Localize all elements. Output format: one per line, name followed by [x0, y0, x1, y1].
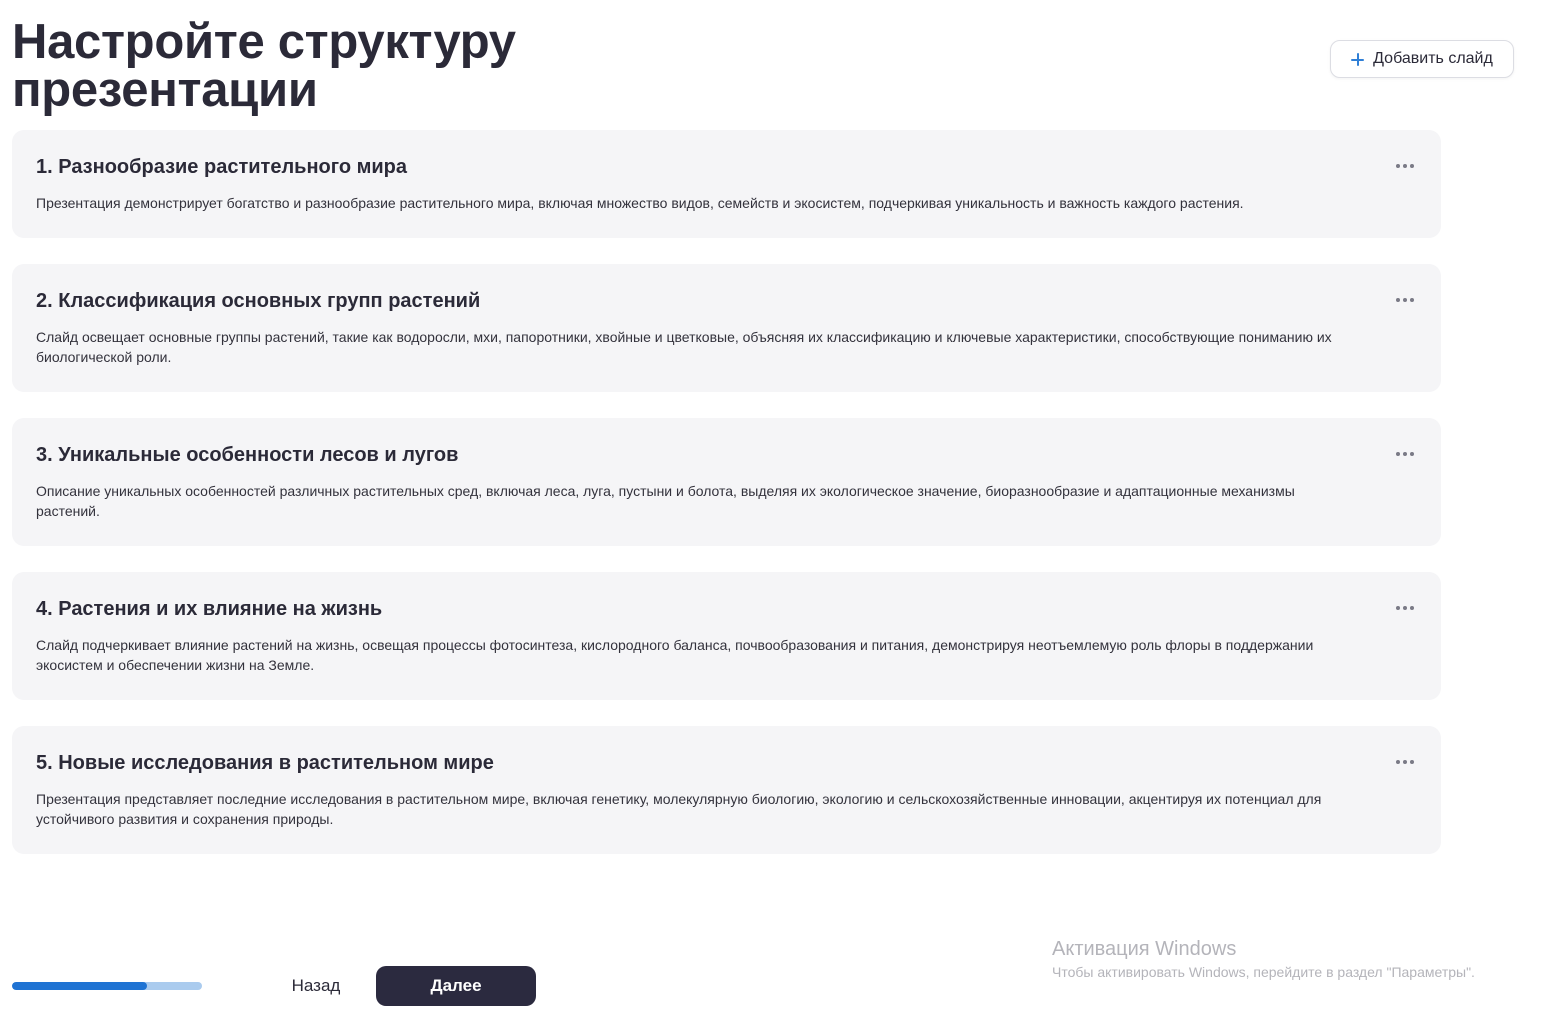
slide-title[interactable]: 4. Растения и их влияние на жизнь [36, 597, 1361, 621]
slide-description[interactable]: Презентация демонстрирует богатство и ра… [36, 193, 1361, 213]
add-slide-button[interactable]: Добавить слайд [1330, 40, 1514, 78]
more-options-icon[interactable] [1391, 754, 1419, 770]
slide-description[interactable]: Презентация представляет последние иссле… [36, 789, 1361, 829]
page-title: Настройте структуру презентации [12, 15, 516, 117]
progress-fill [12, 982, 147, 990]
slide-card[interactable]: 1. Разнообразие растительного мира Презе… [12, 130, 1441, 238]
slide-card[interactable]: 4. Растения и их влияние на жизнь Слайд … [12, 572, 1441, 700]
slide-card[interactable]: 5. Новые исследования в растительном мир… [12, 726, 1441, 854]
slide-title[interactable]: 1. Разнообразие растительного мира [36, 155, 1361, 179]
slide-description[interactable]: Слайд подчеркивает влияние растений на ж… [36, 635, 1361, 675]
slide-list: 1. Разнообразие растительного мира Презе… [12, 130, 1441, 880]
back-button[interactable]: Назад [270, 966, 362, 1006]
progress-bar [12, 982, 202, 990]
slide-title[interactable]: 2. Классификация основных групп растений [36, 289, 1361, 313]
more-options-icon[interactable] [1391, 292, 1419, 308]
slide-card[interactable]: 3. Уникальные особенности лесов и лугов … [12, 418, 1441, 546]
add-slide-label: Добавить слайд [1373, 50, 1493, 67]
more-options-icon[interactable] [1391, 446, 1419, 462]
more-options-icon[interactable] [1391, 158, 1419, 174]
slide-description[interactable]: Слайд освещает основные группы растений,… [36, 327, 1361, 367]
slide-title[interactable]: 5. Новые исследования в растительном мир… [36, 751, 1361, 775]
slide-title[interactable]: 3. Уникальные особенности лесов и лугов [36, 443, 1361, 467]
watermark-title: Активация Windows [1052, 938, 1237, 960]
plus-icon [1351, 52, 1365, 66]
windows-activation-watermark: Активация Windows Чтобы активировать Win… [1052, 936, 1475, 981]
more-options-icon[interactable] [1391, 600, 1419, 616]
slide-card[interactable]: 2. Классификация основных групп растений… [12, 264, 1441, 392]
watermark-subtitle: Чтобы активировать Windows, перейдите в … [1052, 964, 1475, 980]
next-button[interactable]: Далее [376, 966, 536, 1006]
slide-description[interactable]: Описание уникальных особенностей различн… [36, 481, 1361, 521]
